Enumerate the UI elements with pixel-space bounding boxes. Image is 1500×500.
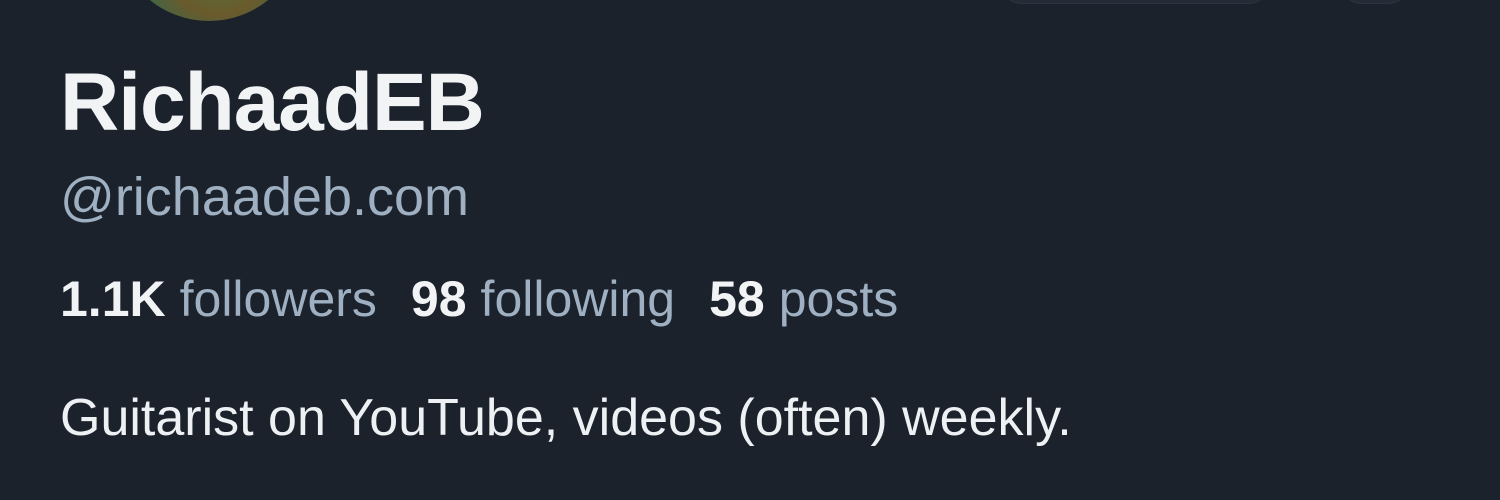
handle: @richaadeb.com — [60, 167, 470, 227]
posts-label: posts — [778, 271, 899, 327]
followers-count: 1.1K — [60, 271, 166, 327]
display-name: RichaadEB — [60, 57, 485, 148]
profile-bio: Guitarist on YouTube, videos (often) wee… — [60, 389, 1072, 447]
posts-stat: 58 posts — [709, 274, 898, 324]
followers-stat[interactable]: 1.1K followers — [60, 274, 377, 324]
following-count: 98 — [410, 271, 467, 327]
follow-button[interactable] — [1000, 0, 1270, 4]
profile-stats: 1.1K followers 98 following 58 posts — [60, 274, 898, 324]
followers-label: followers — [179, 271, 377, 327]
following-label: following — [480, 271, 676, 327]
avatar[interactable] — [112, 0, 306, 24]
following-stat[interactable]: 98 following — [411, 274, 675, 324]
more-options-button[interactable] — [1340, 0, 1410, 4]
posts-count: 58 — [709, 271, 765, 327]
